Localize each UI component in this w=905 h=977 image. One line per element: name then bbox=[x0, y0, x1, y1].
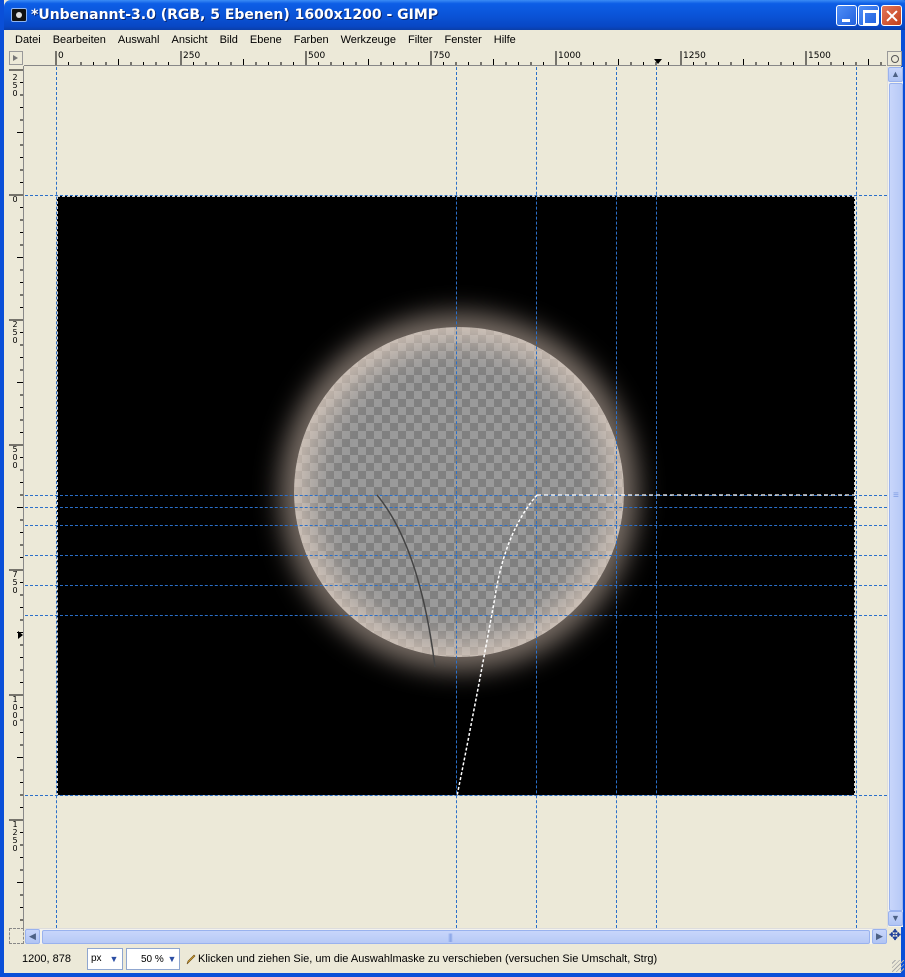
scroll-up-arrow-icon[interactable]: ▲ bbox=[888, 67, 903, 82]
vruler-label: 250 bbox=[12, 73, 18, 98]
unit-value: px bbox=[91, 953, 102, 964]
vruler-label: 500 bbox=[12, 445, 18, 470]
scroll-right-arrow-icon[interactable]: ▶ bbox=[872, 929, 887, 944]
image-canvas[interactable] bbox=[25, 67, 887, 928]
menu-werkzeuge[interactable]: Werkzeuge bbox=[335, 34, 402, 46]
zoom-on-resize-button[interactable] bbox=[887, 51, 902, 66]
window-title: *Unbenannt-3.0 (RGB, 5 Ebenen) 1600x1200… bbox=[31, 7, 439, 23]
status-bar: 1200, 878 px ▼ 50 % ▼ Klicken und ziehen… bbox=[8, 945, 905, 973]
chevron-down-icon[interactable]: ▼ bbox=[108, 951, 120, 967]
menu-ebene[interactable]: Ebene bbox=[244, 34, 288, 46]
unit-select[interactable]: px ▼ bbox=[87, 948, 123, 970]
vertical-scroll-thumb[interactable] bbox=[889, 83, 903, 911]
status-message: Klicken und ziehen Sie, um die Auswahlma… bbox=[198, 953, 658, 965]
scroll-down-arrow-icon[interactable]: ▼ bbox=[888, 911, 903, 926]
horizontal-ruler-ticks bbox=[55, 51, 882, 65]
zoom-select[interactable]: 50 % ▼ bbox=[126, 948, 180, 970]
minimize-button[interactable] bbox=[836, 5, 857, 26]
selection-outline bbox=[456, 494, 538, 797]
menu-fenster[interactable]: Fenster bbox=[438, 34, 487, 46]
menu-ansicht[interactable]: Ansicht bbox=[165, 34, 213, 46]
hruler-label: 1000 bbox=[558, 51, 581, 61]
hruler-label: 250 bbox=[183, 51, 201, 61]
vertical-ruler[interactable]: 250 0 250 500 750 1000 1250 bbox=[9, 66, 24, 928]
hruler-label: 500 bbox=[308, 51, 326, 61]
pointer-coordinates: 1200, 878 bbox=[22, 953, 71, 965]
gimp-icon[interactable] bbox=[11, 8, 27, 22]
menu-datei[interactable]: Datei bbox=[8, 34, 47, 46]
vruler-label: 1250 bbox=[12, 820, 18, 853]
chevron-down-icon[interactable]: ▼ bbox=[166, 951, 178, 967]
hruler-label: 1500 bbox=[808, 51, 831, 61]
zoom-value: 50 % bbox=[141, 954, 164, 965]
maximize-button[interactable] bbox=[858, 5, 879, 26]
menu-bar: Datei Bearbeiten Auswahl Ansicht Bild Eb… bbox=[8, 30, 905, 50]
horizontal-scroll-thumb[interactable] bbox=[42, 930, 870, 944]
vruler-label: 0 bbox=[12, 195, 18, 204]
navigate-icon[interactable]: ✥ bbox=[887, 928, 903, 944]
stroke-path bbox=[376, 494, 436, 668]
vruler-label: 1000 bbox=[12, 695, 18, 728]
quick-mask-toggle[interactable] bbox=[9, 928, 24, 944]
gimp-window: *Unbenannt-3.0 (RGB, 5 Ebenen) 1600x1200… bbox=[0, 0, 905, 977]
menu-farben[interactable]: Farben bbox=[288, 34, 335, 46]
selection-paths bbox=[376, 494, 855, 797]
horizontal-scrollbar[interactable]: ◀ ▶ bbox=[25, 928, 887, 944]
hruler-label: 0 bbox=[58, 51, 64, 61]
image-menu-button[interactable] bbox=[9, 51, 23, 65]
vruler-label: 750 bbox=[12, 570, 18, 595]
menu-auswahl[interactable]: Auswahl bbox=[112, 34, 166, 46]
pencil-icon bbox=[186, 954, 196, 965]
menu-filter[interactable]: Filter bbox=[402, 34, 438, 46]
pointer-marker-icon bbox=[654, 59, 662, 64]
vertical-scrollbar[interactable]: ▲ ▼ bbox=[887, 67, 903, 927]
hruler-label: 1250 bbox=[683, 51, 706, 61]
horizontal-ruler[interactable]: 0 250 500 750 1000 1250 1500 bbox=[24, 51, 886, 66]
title-bar[interactable]: *Unbenannt-3.0 (RGB, 5 Ebenen) 1600x1200… bbox=[4, 0, 905, 30]
vruler-label: 250 bbox=[12, 320, 18, 345]
close-button[interactable] bbox=[881, 5, 902, 26]
menu-bearbeiten[interactable]: Bearbeiten bbox=[47, 34, 112, 46]
hruler-label: 750 bbox=[433, 51, 451, 61]
scroll-left-arrow-icon[interactable]: ◀ bbox=[25, 929, 40, 944]
menu-bild[interactable]: Bild bbox=[214, 34, 244, 46]
resize-grip[interactable] bbox=[892, 960, 904, 972]
menu-hilfe[interactable]: Hilfe bbox=[488, 34, 522, 46]
